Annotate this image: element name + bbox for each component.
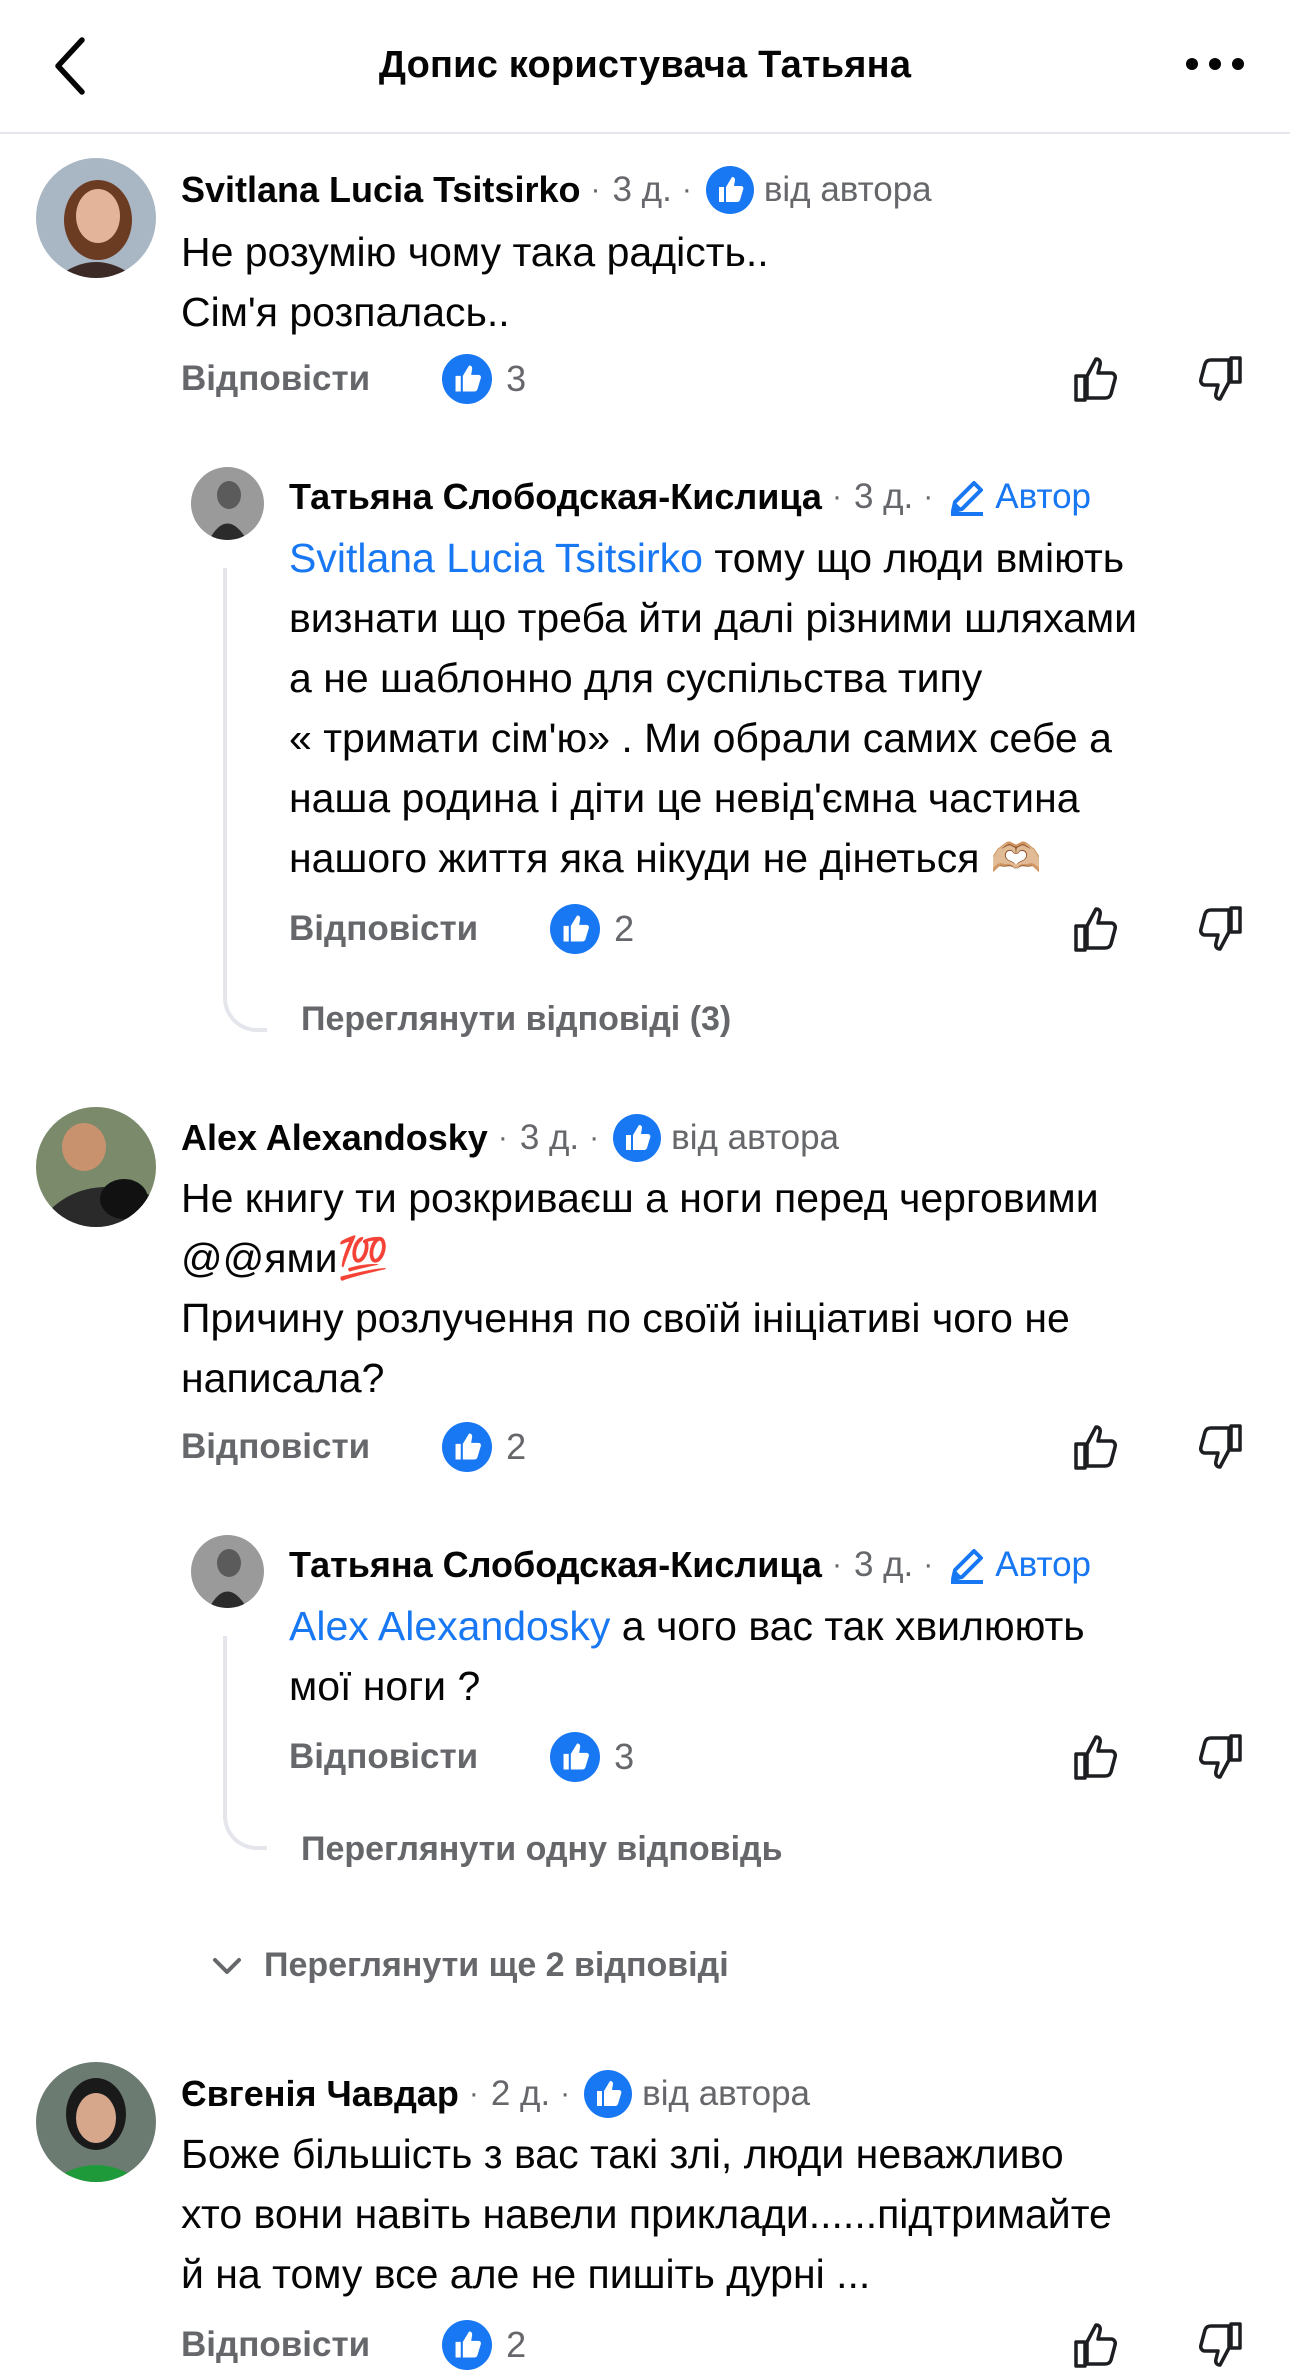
comment-header: Svitlana Lucia Tsitsirko · 3 д. · від ав… (181, 166, 932, 214)
upvote-icon[interactable] (1070, 352, 1124, 406)
like-reaction-icon[interactable] (442, 354, 493, 404)
comment-actions: Відповісти 2 (181, 1422, 526, 1472)
more-replies-link[interactable]: Переглянути ще 2 відповіді (210, 1946, 729, 1985)
comment-text: Боже більшість з вас такі злі, люди нева… (181, 2131, 1112, 2297)
comment-text: Не книгу ти розкриваєш а ноги перед черг… (181, 1175, 1099, 1401)
commenter-name[interactable]: Svitlana Lucia Tsitsirko (181, 169, 580, 211)
mention-link[interactable]: Alex Alexandosky (289, 1603, 610, 1649)
from-author-label: від автора (671, 1118, 839, 1157)
reaction-count: 2 (506, 2324, 527, 2365)
comment-actions: Відповісти 2 (181, 2320, 526, 2370)
reply-button[interactable]: Відповісти (181, 1427, 370, 1467)
avatar[interactable] (191, 1535, 264, 1608)
like-reaction-icon[interactable] (550, 904, 601, 954)
comment-time[interactable]: 3 д. (612, 170, 671, 210)
like-reaction-icon[interactable] (550, 1732, 601, 1782)
pencil-icon (951, 481, 984, 516)
comment-time[interactable]: 3 д. (854, 1545, 913, 1585)
comment-actions: Відповісти 3 (181, 354, 526, 404)
commenter-name[interactable]: Татьяна Слободская-Кислица (289, 476, 822, 518)
page-title: Допис користувача Татьяна (378, 44, 912, 86)
downvote-icon[interactable] (1192, 2318, 1246, 2372)
top-bar: Допис користувача Татьяна (0, 0, 1290, 134)
upvote-icon[interactable] (1070, 1730, 1124, 1784)
reply-button[interactable]: Відповісти (181, 359, 370, 399)
author-label: Автор (995, 1545, 1092, 1584)
reaction-count: 3 (614, 1736, 635, 1777)
upvote-icon[interactable] (1070, 902, 1124, 956)
avatar[interactable] (191, 467, 264, 540)
chevron-down-icon (213, 1957, 241, 1974)
view-replies-link[interactable]: Переглянути відповіді (3) (301, 1000, 731, 1039)
comment-header: Татьяна Слободская-Кислица · 3 д. · Авто… (289, 1544, 1092, 1586)
comment-header: Татьяна Слободская-Кислица · 3 д. · Авто… (289, 476, 1092, 518)
avatar[interactable] (36, 2062, 156, 2182)
pencil-icon (951, 1549, 984, 1584)
comment-time[interactable]: 2 д. (491, 2074, 550, 2114)
comment-text: Не розумію чому така радість.. Сім'я роз… (181, 229, 769, 335)
downvote-icon[interactable] (1192, 1420, 1246, 1474)
comment-header: Alex Alexandosky · 3 д. · від автора (181, 1114, 839, 1162)
comment-time[interactable]: 3 д. (520, 1118, 579, 1158)
upvote-icon[interactable] (1070, 1420, 1124, 1474)
avatar[interactable] (36, 158, 156, 278)
thread-line (223, 568, 267, 1032)
comment-text: Alex Alexandosky а чого вас так хвилюють… (289, 1603, 1085, 1709)
reply-button[interactable]: Відповісти (181, 2325, 370, 2365)
commenter-name[interactable]: Татьяна Слободская-Кислица (289, 1544, 822, 1586)
upvote-icon[interactable] (1070, 2318, 1124, 2372)
more-options-icon[interactable] (1180, 44, 1250, 84)
downvote-icon[interactable] (1192, 902, 1246, 956)
like-badge-icon (584, 2070, 633, 2118)
from-author-label: від автора (642, 2074, 811, 2113)
view-replies-link[interactable]: Переглянути одну відповідь (301, 1830, 783, 1869)
reply-button[interactable]: Відповісти (289, 1737, 478, 1777)
reply-button[interactable]: Відповісти (289, 909, 478, 949)
downvote-icon[interactable] (1192, 1730, 1246, 1784)
reaction-count: 3 (506, 358, 527, 399)
commenter-name[interactable]: Євгенія Чавдар (181, 2073, 459, 2115)
thread-line (223, 1636, 267, 1850)
reaction-count: 2 (614, 908, 635, 949)
comment-actions: Відповісти 3 (289, 1732, 634, 1782)
avatar[interactable] (36, 1107, 156, 1227)
comment-text: Svitlana Lucia Tsitsirko тому що люди вм… (289, 535, 1138, 881)
mention-link[interactable]: Svitlana Lucia Tsitsirko (289, 535, 703, 581)
downvote-icon[interactable] (1192, 352, 1246, 406)
like-badge-icon (613, 1114, 662, 1162)
like-badge-icon (705, 166, 754, 214)
from-author-label: від автора (763, 170, 932, 209)
like-reaction-icon[interactable] (442, 1422, 493, 1472)
comment-time[interactable]: 3 д. (854, 477, 913, 517)
comment-actions: Відповісти 2 (289, 904, 634, 954)
like-reaction-icon[interactable] (442, 2320, 493, 2370)
author-label: Автор (995, 477, 1092, 516)
commenter-name[interactable]: Alex Alexandosky (181, 1117, 488, 1159)
comment-header: Євгенія Чавдар · 2 д. · від автора (181, 2070, 810, 2118)
reaction-count: 2 (506, 1426, 527, 1467)
